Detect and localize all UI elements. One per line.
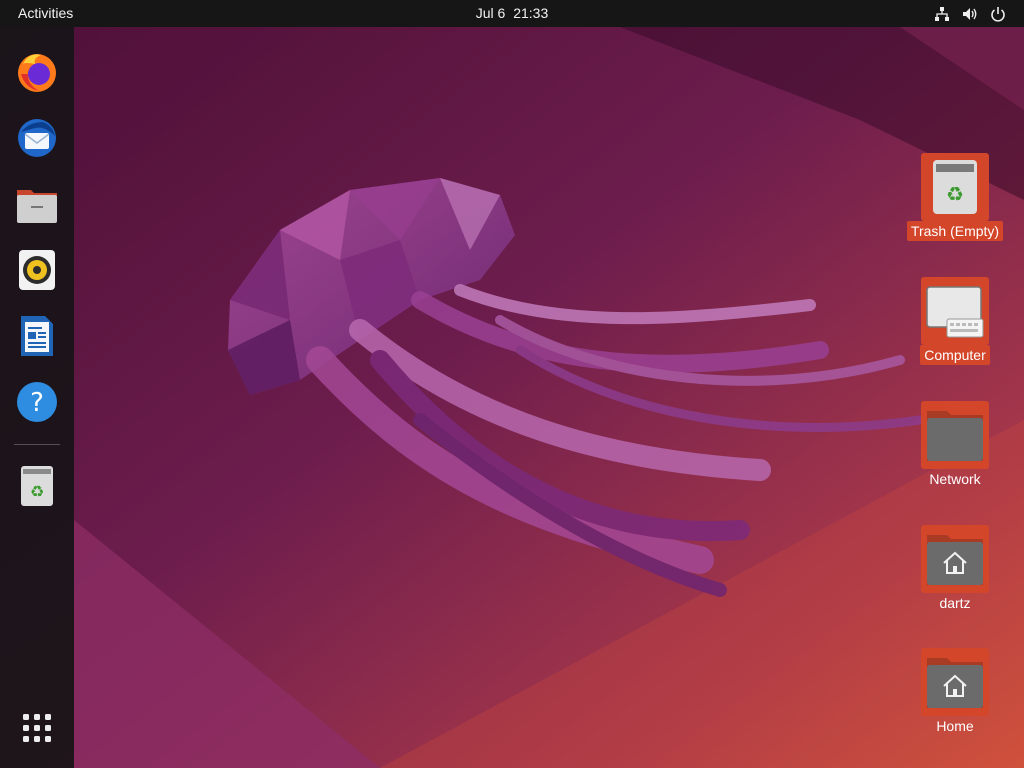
desktop-icon-label: Computer xyxy=(920,345,990,365)
home-folder-icon xyxy=(927,658,983,708)
desktop-wallpaper xyxy=(0,0,1024,768)
desktop-icon-computer[interactable]: Computer xyxy=(905,277,1005,365)
activities-button[interactable]: Activities xyxy=(18,5,73,21)
desktop-icon-tile xyxy=(921,648,989,716)
computer-icon xyxy=(926,286,984,338)
libreoffice-writer-icon xyxy=(21,316,53,356)
files-icon xyxy=(17,190,57,223)
desktop-icon-label: Home xyxy=(936,718,974,734)
power-icon[interactable] xyxy=(989,5,1007,23)
rhythmbox-icon xyxy=(19,250,55,290)
folder-icon xyxy=(927,411,983,461)
desktop-icon-tile xyxy=(921,277,989,345)
trash-icon: ♻ xyxy=(21,466,53,506)
desktop-icon-label: Trash (Empty) xyxy=(906,221,1004,241)
time-label: 21:33 xyxy=(513,5,549,21)
home-folder-icon xyxy=(927,535,983,585)
dock: ? ♻ xyxy=(0,27,74,768)
desktop-icon-tile xyxy=(921,525,989,593)
dock-files[interactable] xyxy=(11,178,63,230)
dock-firefox[interactable] xyxy=(11,46,63,98)
firefox-icon xyxy=(18,54,56,92)
dock-libreoffice-writer[interactable] xyxy=(11,310,63,362)
dock-help[interactable]: ? xyxy=(11,376,63,428)
thunderbird-icon xyxy=(18,119,56,157)
dock-rhythmbox[interactable] xyxy=(11,244,63,296)
top-bar: Activities Jul 6 21:33 xyxy=(0,0,1024,27)
desktop-icon-home[interactable]: Home xyxy=(905,648,1005,736)
trash-icon: ♻ xyxy=(933,160,977,214)
desktop-icon-label: dartz xyxy=(939,595,971,611)
desktop-icon-trash[interactable]: ♻ Trash (Empty) xyxy=(905,153,1005,241)
clock-button[interactable]: Jul 6 21:33 xyxy=(474,5,551,21)
show-applications-button[interactable] xyxy=(11,702,63,754)
svg-text:?: ? xyxy=(30,388,44,418)
volume-icon[interactable] xyxy=(961,5,979,23)
svg-text:♻: ♻ xyxy=(946,182,964,206)
desktop-icon-tile: ♻ xyxy=(921,153,989,221)
dock-separator xyxy=(14,444,60,445)
desktop-icon-network[interactable]: Network xyxy=(905,401,1005,489)
network-icon[interactable] xyxy=(933,5,951,23)
dock-trash[interactable]: ♻ xyxy=(11,460,63,512)
dock-thunderbird[interactable] xyxy=(11,112,63,164)
svg-text:♻: ♻ xyxy=(30,482,44,501)
help-icon: ? xyxy=(17,382,57,422)
desktop-icon-dartz[interactable]: dartz xyxy=(905,525,1005,613)
date-label: Jul 6 xyxy=(475,5,506,21)
app-grid-icon xyxy=(23,714,51,742)
desktop-icon-tile xyxy=(921,401,989,469)
desktop-icon-label: Network xyxy=(929,471,981,487)
